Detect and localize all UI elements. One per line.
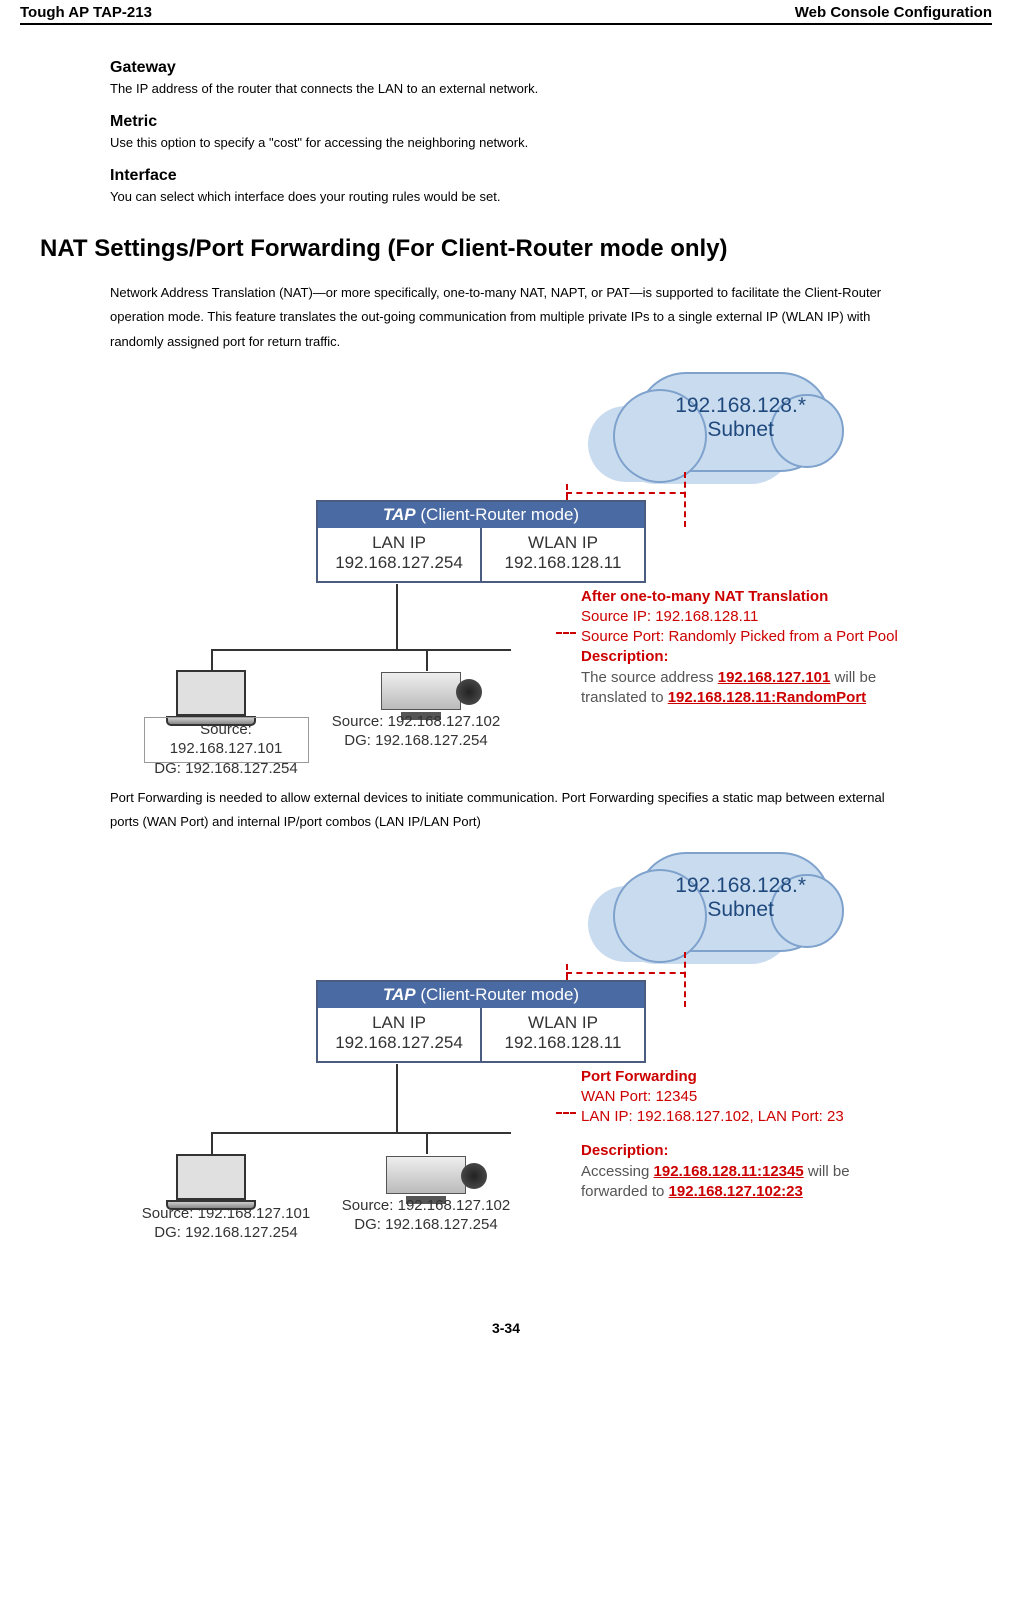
main-heading: NAT Settings/Port Forwarding (For Client… <box>40 235 902 263</box>
lan-label: LAN IP <box>318 533 480 553</box>
wlan2-label: WLAN IP <box>482 1013 644 1033</box>
header-left: Tough AP TAP-213 <box>20 4 152 21</box>
ann2-d1b: 192.168.128.11:12345 <box>654 1163 804 1180</box>
ann2-desc-label: Description: <box>581 1141 891 1161</box>
heading-interface: Interface <box>110 167 902 185</box>
ann2-d2a: forwarded to <box>581 1183 669 1200</box>
ann1-d1a: The source address <box>581 669 718 686</box>
ann1-d1b: 192.168.127.101 <box>718 669 831 686</box>
wlan2-ip: 192.168.128.11 <box>482 1033 644 1053</box>
header-right: Web Console Configuration <box>795 4 992 21</box>
ann1-d1c: will be <box>830 669 876 686</box>
tap2-mode: (Client-Router mode) <box>420 985 579 1004</box>
lan-ip: 192.168.127.254 <box>318 553 480 573</box>
cloud-subnet-label: Subnet <box>675 418 806 442</box>
page-number: 3-34 <box>20 1320 992 1336</box>
annotation-portfwd: Port Forwarding WAN Port: 12345 LAN IP: … <box>581 1067 891 1203</box>
d2-dev2-dg: DG: 192.168.127.254 <box>336 1215 516 1235</box>
cloud2-subnet-ip: 192.168.128.* <box>675 874 806 898</box>
cloud-subnet-ip: 192.168.128.* <box>675 394 806 418</box>
tap-box: TAP (Client-Router mode) LAN IP 192.168.… <box>316 500 646 583</box>
heading-metric: Metric <box>110 113 902 131</box>
tap-prefix: TAP <box>383 505 416 524</box>
d2-dev2-source: Source: 192.168.127.102 <box>336 1196 516 1216</box>
cloud2-subnet-label: Subnet <box>675 898 806 922</box>
ann2-d1c: will be <box>804 1163 850 1180</box>
wlan-ip: 192.168.128.11 <box>482 553 644 573</box>
diagram-portfwd: 192.168.128.* Subnet TAP (Client-Router … <box>126 852 886 1242</box>
d2-dev1-source: Source: 192.168.127.101 <box>136 1204 316 1224</box>
ann2-wanport: WAN Port: 12345 <box>581 1087 891 1107</box>
ann2-lanip: LAN IP: 192.168.127.102, LAN Port: 23 <box>581 1107 891 1127</box>
tap-box-2: TAP (Client-Router mode) LAN IP 192.168.… <box>316 980 646 1063</box>
ann2-title: Port Forwarding <box>581 1067 891 1087</box>
ann1-title: After one-to-many NAT Translation <box>581 587 901 607</box>
ann2-d1a: Accessing <box>581 1163 654 1180</box>
dev1-dg: DG: 192.168.127.254 <box>146 759 306 779</box>
ann1-sourceport: Source Port: Randomly Picked from a Port… <box>581 627 901 647</box>
ann2-d2b: 192.168.127.102:23 <box>669 1183 803 1200</box>
annotation-nat: After one-to-many NAT Translation Source… <box>581 587 901 709</box>
ann1-sourceip: Source IP: 192.168.128.11 <box>581 607 901 627</box>
ann1-desc-label: Description: <box>581 647 901 667</box>
lan2-ip: 192.168.127.254 <box>318 1033 480 1053</box>
paragraph-nat: Network Address Translation (NAT)—or mor… <box>110 281 902 353</box>
tap-mode: (Client-Router mode) <box>420 505 579 524</box>
text-interface: You can select which interface does your… <box>110 187 902 207</box>
ann1-d2b: 192.168.128.11:RandomPort <box>668 689 866 706</box>
d2-dev1-dg: DG: 192.168.127.254 <box>136 1223 316 1243</box>
ann1-d2a: translated to <box>581 689 668 706</box>
dev2-dg: DG: 192.168.127.254 <box>326 731 506 751</box>
lan2-label: LAN IP <box>318 1013 480 1033</box>
diagram-nat: 192.168.128.* Subnet TAP (Client-Router … <box>126 372 886 762</box>
dev2-source: Source: 192.168.127.102 <box>326 712 506 732</box>
text-gateway: The IP address of the router that connec… <box>110 79 902 99</box>
wlan-label: WLAN IP <box>482 533 644 553</box>
dev1-source: Source: 192.168.127.101 <box>146 720 306 759</box>
paragraph-portfwd: Port Forwarding is needed to allow exter… <box>110 786 902 834</box>
text-metric: Use this option to specify a "cost" for … <box>110 133 902 153</box>
tap2-prefix: TAP <box>383 985 416 1004</box>
heading-gateway: Gateway <box>110 59 902 77</box>
